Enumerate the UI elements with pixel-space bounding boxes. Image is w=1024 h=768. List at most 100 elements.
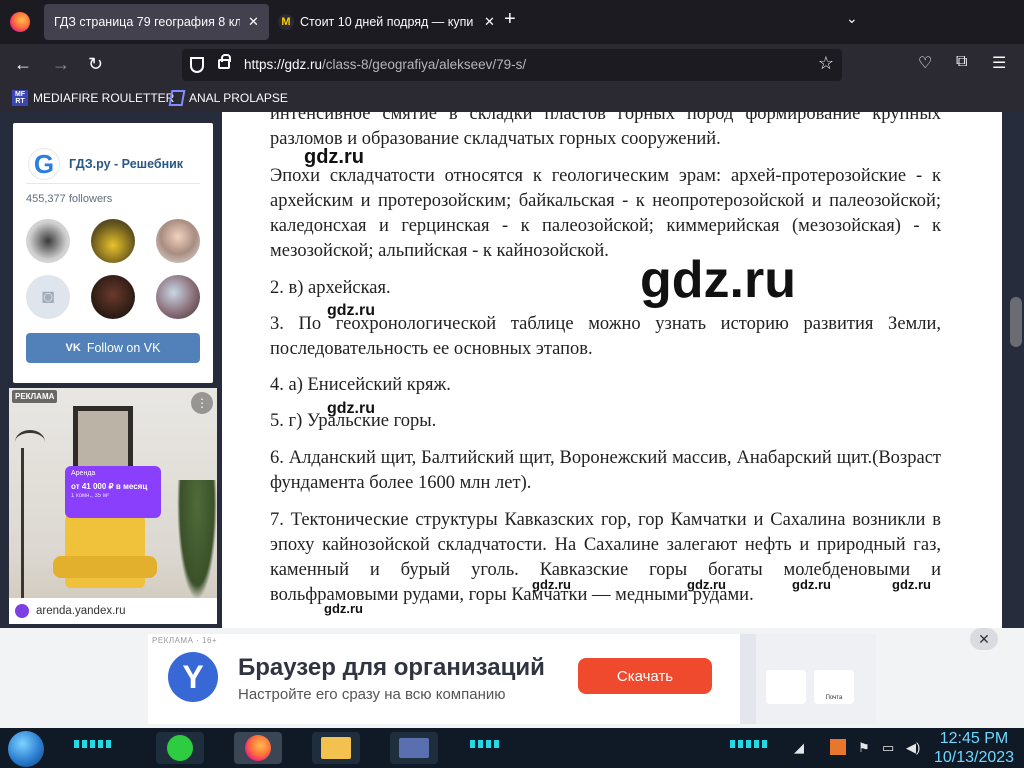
tab-label: Стоит 10 дней подряд — купи <box>300 15 474 29</box>
sidebar-ad[interactable]: Аренда от 41 000 ₽ в месяц 1 комн., 35 м… <box>9 388 217 622</box>
file-explorer-button[interactable] <box>312 732 360 764</box>
avatar[interactable] <box>156 219 200 263</box>
avatar[interactable] <box>156 275 200 319</box>
ad-content[interactable]: РЕКЛАМА · 16+ Y Браузер для организаций … <box>148 634 876 724</box>
rent-price: от 41 000 ₽ в месяц <box>71 482 148 491</box>
paragraph: 7. Тектонические структуры Кавказских го… <box>270 510 941 605</box>
close-icon[interactable]: ✕ <box>248 14 259 30</box>
network-icon[interactable]: ◢ <box>794 740 804 756</box>
lamp-stand <box>21 448 24 618</box>
lock-icon[interactable] <box>218 54 231 69</box>
plant <box>177 480 217 600</box>
preview-tile: Почта <box>814 670 854 704</box>
avatar[interactable] <box>91 219 135 263</box>
forward-arrow-icon[interactable]: → <box>52 54 70 74</box>
pocket-icon[interactable]: ♡ <box>918 53 932 73</box>
mediafire-icon: MF RT <box>12 90 28 106</box>
flag-icon[interactable]: ⚑ <box>858 740 870 756</box>
close-icon[interactable]: ✕ <box>484 14 495 30</box>
watermark-large: gdz.ru <box>640 251 796 309</box>
follow-on-vk-button[interactable]: VK Follow on VK <box>26 333 200 363</box>
new-tab-button[interactable]: + <box>504 8 516 31</box>
bookmark-icon <box>168 90 186 106</box>
watermark-small: gdz.ru <box>687 577 726 592</box>
avatar[interactable] <box>91 275 135 319</box>
paragraph: 4. а) Енисейский кряж. <box>270 375 451 395</box>
yandex-browser-icon: Y <box>168 652 218 702</box>
scrollbar-thumb[interactable] <box>1010 297 1022 347</box>
start-button[interactable] <box>8 731 44 767</box>
volume-icon[interactable]: ◀) <box>906 740 920 756</box>
bookmark-label: ANAL PROLAPSE <box>189 91 288 105</box>
window-icon <box>399 738 429 758</box>
system-clock[interactable]: 12:45 PM 10/13/2023 <box>928 729 1020 767</box>
watermark-small: gdz.ru <box>532 577 571 592</box>
watermark-small: gdz.ru <box>327 302 375 319</box>
armchair-seat <box>53 556 157 578</box>
close-ad-button[interactable]: ✕ <box>970 628 998 650</box>
rent-badge: Аренда <box>71 470 96 477</box>
paragraph: Эпохи складчатости относятся к геологиче… <box>270 166 941 261</box>
watermark-small: gdz.ru <box>324 601 363 616</box>
display-icon[interactable]: ▭ <box>882 740 894 756</box>
address-bar[interactable]: https://gdz.ru/class-8/geografiya/alekse… <box>182 49 842 81</box>
bottom-ad-banner[interactable]: РЕКЛАМА · 16+ Y Браузер для организаций … <box>0 628 1024 728</box>
extensions-icon[interactable]: ⧉ <box>956 53 967 71</box>
vk-icon: VK <box>65 342 81 354</box>
bookmark-mediafire[interactable]: MF RT MEDIAFIRE ROULETTER <box>12 90 174 106</box>
divider <box>26 183 200 184</box>
taskbar-decoration <box>730 740 770 748</box>
reload-icon[interactable]: ↻ <box>88 54 103 74</box>
notes-app-button[interactable] <box>156 732 204 764</box>
tab-label: ГДЗ страница 79 география 8 клас <box>54 15 240 29</box>
back-arrow-icon[interactable]: ← <box>14 54 32 74</box>
firefox-taskbar-button[interactable] <box>234 732 282 764</box>
tab-bar: ГДЗ страница 79 география 8 клас ✕ M Сто… <box>0 0 1024 44</box>
paragraph: 2. в) архейская. <box>270 278 391 298</box>
vk-group-name[interactable]: ГДЗ.ру - Решебник <box>69 157 183 171</box>
web-page: G ГДЗ.ру - Решебник 455,377 followers ◙ … <box>0 112 1024 728</box>
preview-tile <box>766 670 806 704</box>
vk-widget: G ГДЗ.ру - Решебник 455,377 followers ◙ … <box>13 123 213 383</box>
watermark-small: gdz.ru <box>304 146 364 168</box>
tab-gdz[interactable]: ГДЗ страница 79 география 8 клас ✕ <box>44 4 269 40</box>
firefox-icon <box>245 735 271 761</box>
more-options-icon[interactable]: ⋮ <box>191 392 213 414</box>
paragraph: интенсивное смятие в складки пластов гор… <box>270 112 941 149</box>
folder-icon <box>321 737 351 759</box>
avatar[interactable] <box>26 219 70 263</box>
app-button[interactable] <box>390 732 438 764</box>
price-card: Аренда от 41 000 ₽ в месяц 1 комн., 35 м… <box>65 466 161 518</box>
chevron-down-icon[interactable]: ⌄ <box>846 10 858 27</box>
camera-icon[interactable]: ◙ <box>26 275 70 319</box>
gdz-logo-icon[interactable]: G <box>29 149 59 179</box>
rent-details: 1 комн., 35 м² <box>71 493 109 499</box>
menu-icon[interactable]: ☰ <box>992 53 1006 73</box>
notes-icon <box>167 735 193 761</box>
lamp <box>15 430 45 454</box>
followers-count: 455,377 followers <box>26 193 113 205</box>
shield-icon[interactable] <box>190 57 204 73</box>
paragraph: 6. Алданский щит, Балтийский щит, Вороне… <box>270 448 941 493</box>
ad-label: РЕКЛАМА · 16+ <box>152 636 218 645</box>
ad-domain-text: arenda.yandex.ru <box>36 605 126 617</box>
bookmark-second[interactable]: ANAL PROLAPSE <box>168 90 288 106</box>
preview-sidebar <box>740 634 756 724</box>
tray-app-icon[interactable] <box>830 739 846 755</box>
ad-subtitle: Настройте его сразу на всю компанию <box>238 686 506 703</box>
taskbar-decoration <box>470 740 500 748</box>
taskbar: ◢ ⚑ ▭ ◀) 12:45 PM 10/13/2023 <box>0 728 1024 768</box>
site-favicon-icon: M <box>278 14 294 30</box>
button-label: Follow on VK <box>86 341 161 355</box>
firefox-icon[interactable] <box>10 12 30 32</box>
download-button[interactable]: Скачать <box>578 658 712 694</box>
tab-second[interactable]: M Стоит 10 дней подряд — купи ✕ <box>268 4 505 40</box>
url-text[interactable]: https://gdz.ru/class-8/geografiya/alekse… <box>244 57 526 72</box>
bookmark-star-icon[interactable]: ☆ <box>818 53 834 74</box>
ad-title: Браузер для организаций <box>238 654 545 681</box>
watermark-small: gdz.ru <box>327 400 375 417</box>
clock-date: 10/13/2023 <box>933 749 1015 766</box>
watermark-small: gdz.ru <box>892 577 931 592</box>
ad-domain[interactable]: arenda.yandex.ru <box>9 598 217 624</box>
watermark-small: gdz.ru <box>792 577 831 592</box>
